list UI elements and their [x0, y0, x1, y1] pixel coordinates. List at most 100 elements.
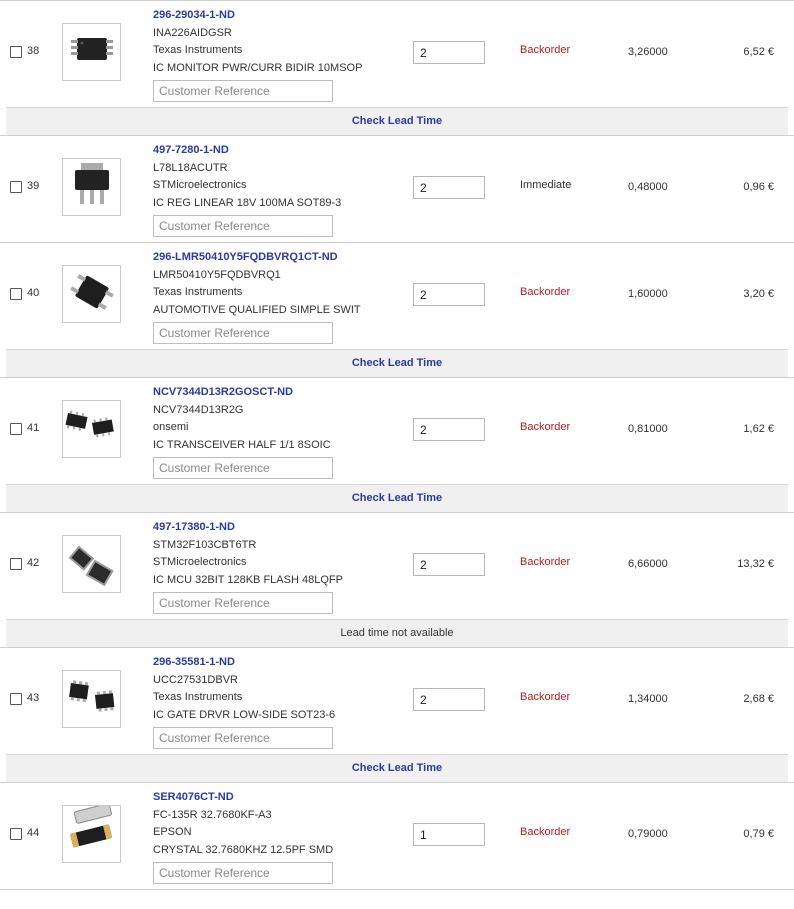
sot23-chip-icon — [67, 267, 117, 322]
manufacturer-name: Texas Instruments — [153, 691, 243, 703]
part-number-link[interactable]: 497-7280-1-ND — [153, 142, 341, 160]
product-thumbnail[interactable] — [62, 265, 121, 323]
row-index: 39 — [27, 180, 40, 192]
row-index: 41 — [27, 422, 40, 434]
cart-row: 41 NCV7344D13R2GOSCT-ND NCV7344D13R2G on… — [0, 377, 794, 484]
product-info: SER4076CT-ND FC-135R 32.7680KF-A3 EPSON … — [153, 789, 333, 884]
availability-status: Backorder — [520, 556, 571, 568]
check-lead-time-link[interactable]: Check Lead Time — [6, 754, 788, 782]
part-number-link[interactable]: 497-17380-1-ND — [153, 519, 343, 537]
unit-price: 6,66000 — [628, 558, 668, 570]
crystal-icon — [64, 802, 120, 863]
unit-price: 3,26000 — [628, 46, 668, 58]
msop-chip-icon — [67, 28, 117, 77]
row-select-checkbox[interactable] — [10, 423, 22, 435]
product-description: AUTOMOTIVE QUALIFIED SIMPLE SWIT — [153, 303, 361, 316]
product-info: 497-7280-1-ND L78L18ACUTR STMicroelectro… — [153, 142, 341, 237]
row-select-checkbox[interactable] — [10, 558, 22, 570]
quantity-input[interactable] — [413, 688, 485, 711]
customer-reference-input[interactable] — [153, 215, 333, 237]
product-thumbnail[interactable] — [62, 23, 121, 81]
manufacturer-part-number: FC-135R 32.7680KF-A3 — [153, 808, 272, 821]
row-index: 42 — [27, 557, 40, 569]
lead-time-note: Lead time not available — [6, 619, 788, 647]
row-select-checkbox[interactable] — [10, 46, 22, 58]
list-bottom-border — [0, 889, 794, 890]
unit-price: 1,34000 — [628, 693, 668, 705]
cart-item: 41 NCV7344D13R2GOSCT-ND NCV7344D13R2G on… — [0, 377, 794, 512]
lqfp-chip-icon — [65, 537, 119, 592]
extended-price: 0,79 € — [743, 828, 774, 840]
row-index: 43 — [27, 692, 40, 704]
quantity-input[interactable] — [413, 553, 485, 576]
customer-reference-input[interactable] — [153, 457, 333, 479]
check-lead-time-link[interactable]: Check Lead Time — [6, 107, 788, 135]
row-select-checkbox[interactable] — [10, 288, 22, 300]
manufacturer-name: STMicroelectronics — [153, 556, 247, 568]
part-number-link[interactable]: 296-29034-1-ND — [153, 7, 362, 25]
quantity-input[interactable] — [413, 823, 485, 846]
unit-price: 0,79000 — [628, 828, 668, 840]
customer-reference-input[interactable] — [153, 727, 333, 749]
cart-item: 38 296-29034-1-ND INA226AIDGSR Texas Ins… — [0, 0, 794, 135]
customer-reference-input[interactable] — [153, 322, 333, 344]
product-info: 296-35581-1-ND UCC27531DBVR Texas Instru… — [153, 654, 335, 749]
row-select-checkbox[interactable] — [10, 828, 22, 840]
part-number-link[interactable]: NCV7344D13R2GOSCT-ND — [153, 384, 333, 402]
availability-status: Backorder — [520, 44, 571, 56]
check-lead-time-link[interactable]: Check Lead Time — [6, 349, 788, 377]
cart-row: 43 296-35581-1-ND UCC27531DBVR Texas Ins… — [0, 647, 794, 754]
quantity-input[interactable] — [413, 418, 485, 441]
manufacturer-name: Texas Instruments — [153, 44, 243, 56]
row-select-checkbox[interactable] — [10, 693, 22, 705]
product-thumbnail[interactable] — [62, 158, 121, 216]
quantity-input[interactable] — [413, 41, 485, 64]
customer-reference-input[interactable] — [153, 80, 333, 102]
part-number-link[interactable]: 296-LMR50410Y5FQDBVRQ1CT-ND — [153, 249, 361, 267]
soic-chip-icon — [64, 407, 120, 452]
product-description: IC GATE DRVR LOW-SIDE SOT23-6 — [153, 708, 336, 721]
customer-reference-input[interactable] — [153, 592, 333, 614]
product-thumbnail[interactable] — [62, 400, 121, 458]
manufacturer-part-number: INA226AIDGSR — [153, 26, 232, 39]
part-number-link[interactable]: 296-35581-1-ND — [153, 654, 335, 672]
quantity-input[interactable] — [413, 176, 485, 199]
extended-price: 13,32 € — [737, 558, 774, 570]
extended-price: 3,20 € — [743, 288, 774, 300]
manufacturer-part-number: STM32F103CBT6TR — [153, 538, 257, 551]
unit-price: 1,60000 — [628, 288, 668, 300]
extended-price: 6,52 € — [743, 46, 774, 58]
sot89-regulator-icon — [67, 160, 117, 215]
row-index: 38 — [27, 45, 40, 57]
cart-item: 43 296-35581-1-ND UCC27531DBVR Texas Ins… — [0, 647, 794, 782]
manufacturer-name: onsemi — [153, 421, 189, 433]
manufacturer-part-number: LMR50410Y5FQDBVRQ1 — [153, 268, 281, 281]
product-thumbnail[interactable] — [62, 670, 121, 728]
product-description: CRYSTAL 32.7680KHZ 12.5PF SMD — [153, 843, 334, 856]
availability-status: Backorder — [520, 421, 571, 433]
row-select-checkbox[interactable] — [10, 181, 22, 193]
cart-item: 44 SER4076CT-ND FC-135R 32.7680KF-A3 EPS… — [0, 782, 794, 889]
product-description: IC MCU 32BIT 128KB FLASH 48LQFP — [153, 573, 343, 586]
product-description: IC REG LINEAR 18V 100MA SOT89-3 — [153, 196, 342, 209]
product-thumbnail[interactable] — [62, 802, 121, 863]
manufacturer-part-number: L78L18ACUTR — [153, 161, 228, 174]
manufacturer-part-number: UCC27531DBVR — [153, 673, 238, 686]
manufacturer-name: Texas Instruments — [153, 286, 243, 298]
manufacturer-name: STMicroelectronics — [153, 179, 247, 191]
product-thumbnail[interactable] — [62, 535, 121, 593]
product-description: IC TRANSCEIVER HALF 1/1 8SOIC — [153, 438, 331, 451]
cart-item: 39 497-7280-1-ND L78L18ACUTR STMicroelec… — [0, 135, 794, 242]
customer-reference-input[interactable] — [153, 862, 333, 884]
quantity-input[interactable] — [413, 283, 485, 306]
cart-row: 40 296-LMR50410Y5FQDBVRQ1CT-ND LMR50410Y… — [0, 242, 794, 349]
cart-row: 39 497-7280-1-ND L78L18ACUTR STMicroelec… — [0, 135, 794, 242]
check-lead-time-link[interactable]: Check Lead Time — [6, 484, 788, 512]
part-number-link[interactable]: SER4076CT-ND — [153, 789, 333, 807]
unit-price: 0,48000 — [628, 181, 668, 193]
cart-item: 40 296-LMR50410Y5FQDBVRQ1CT-ND LMR50410Y… — [0, 242, 794, 377]
unit-price: 0,81000 — [628, 423, 668, 435]
row-index: 44 — [27, 827, 40, 839]
cart-row: 42 497-17380-1-ND STM32F103CBT6TR STMicr… — [0, 512, 794, 619]
cart-item-list: 38 296-29034-1-ND INA226AIDGSR Texas Ins… — [0, 0, 794, 890]
